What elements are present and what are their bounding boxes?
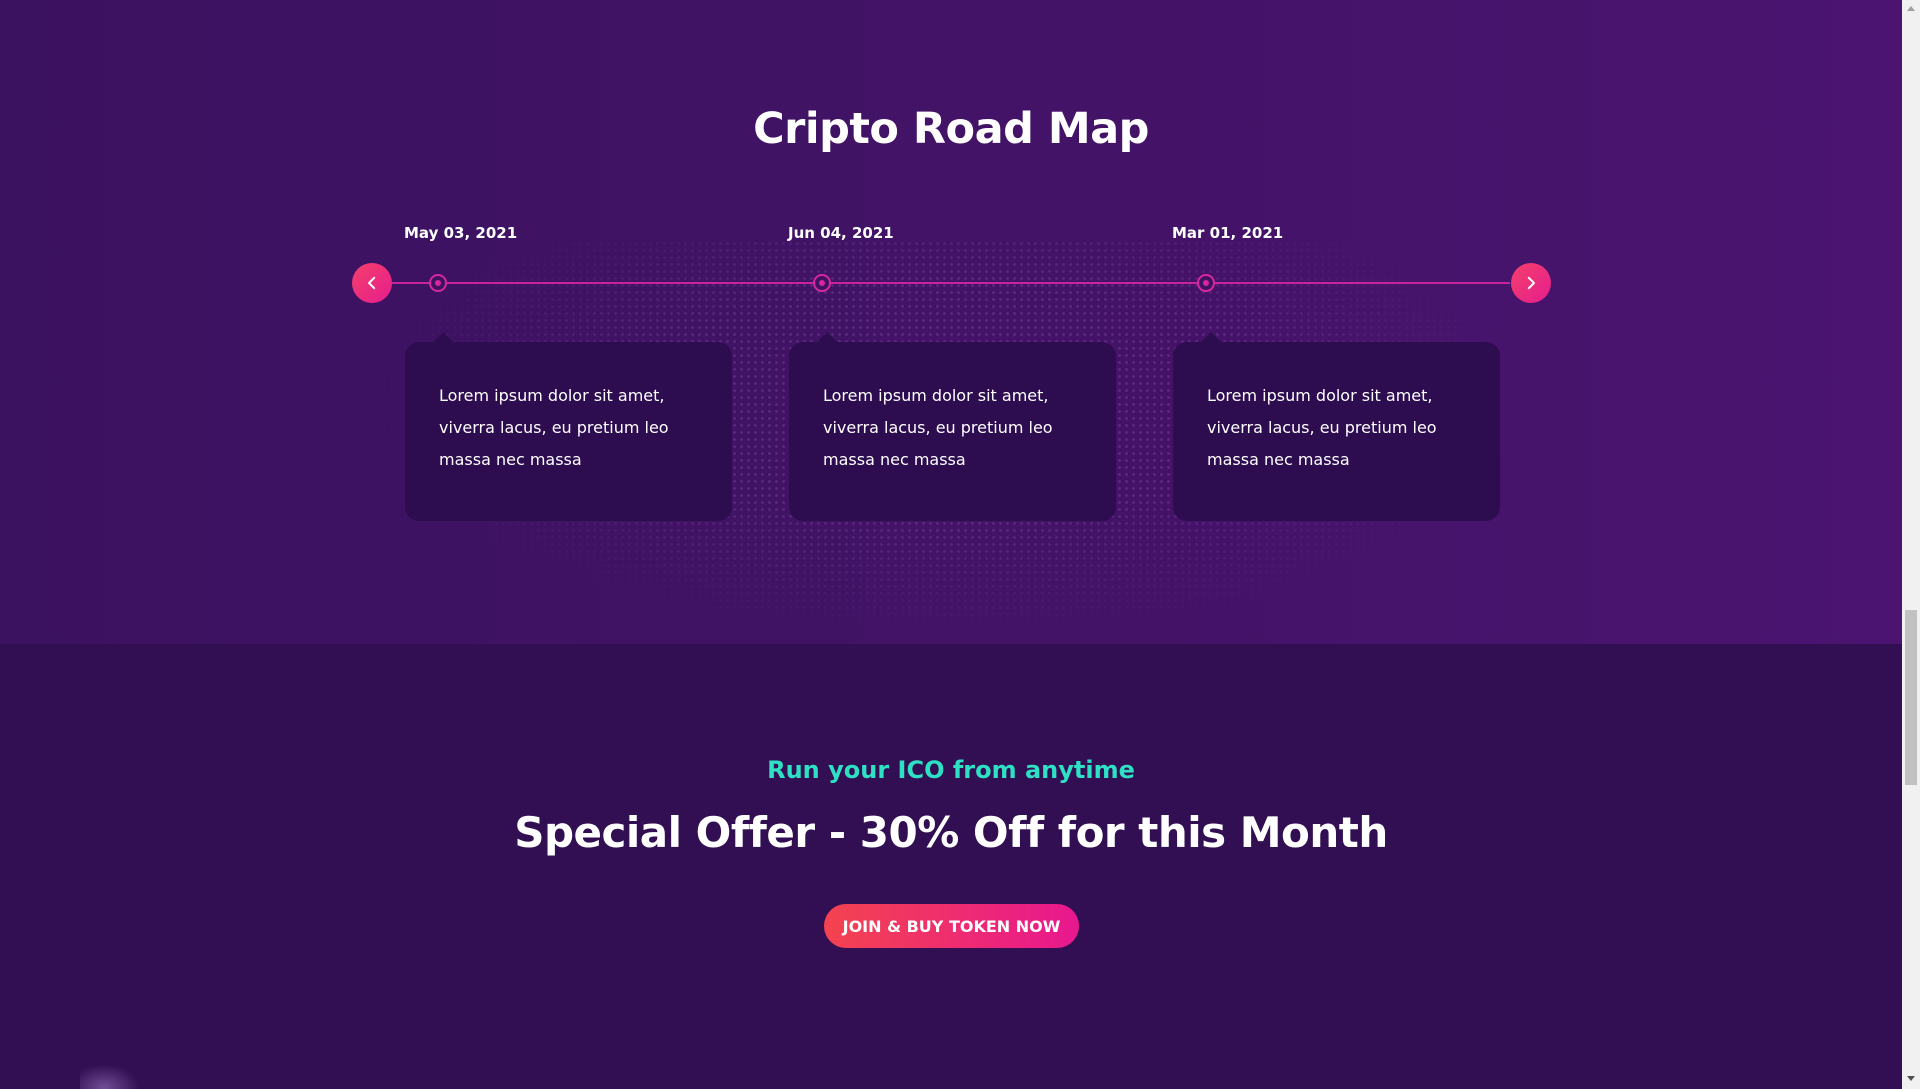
timeline-line — [390, 282, 1510, 284]
roadmap-card: Lorem ipsum dolor sit amet, viverra lacu… — [1173, 332, 1500, 521]
scroll-down-icon[interactable] — [1907, 1076, 1915, 1081]
next-button[interactable] — [1511, 263, 1551, 303]
roadmap-date: Mar 01, 2021 — [1172, 224, 1284, 242]
roadmap-title: Cripto Road Map — [753, 104, 1149, 154]
timeline-dot — [1197, 274, 1215, 292]
roadmap-card-text: Lorem ipsum dolor sit amet, viverra lacu… — [823, 386, 1053, 469]
timeline-dot — [429, 274, 447, 292]
join-buy-token-button[interactable]: JOIN & BUY TOKEN NOW — [824, 904, 1079, 948]
scroll-up-icon[interactable] — [1907, 6, 1915, 11]
roadmap-date: May 03, 2021 — [404, 224, 518, 242]
chevron-left-icon — [368, 276, 376, 290]
page: Cripto Road Map May 03, 2021 Lorem ipsum… — [0, 0, 1902, 1089]
offer-title: Special Offer - 30% Off for this Month — [514, 808, 1388, 857]
offer-subtitle: Run your ICO from anytime — [767, 756, 1135, 784]
roadmap-card-text: Lorem ipsum dolor sit amet, viverra lacu… — [1207, 386, 1437, 469]
prev-button[interactable] — [352, 263, 392, 303]
chevron-right-icon — [1527, 276, 1535, 290]
roadmap-date: Jun 04, 2021 — [788, 224, 894, 242]
timeline-dot — [813, 274, 831, 292]
scroll-thumb[interactable] — [1905, 610, 1917, 785]
offer-section: Run your ICO from anytime Special Offer … — [0, 644, 1902, 1089]
roadmap-card: Lorem ipsum dolor sit amet, viverra lacu… — [789, 332, 1116, 521]
roadmap-card-text: Lorem ipsum dolor sit amet, viverra lacu… — [439, 386, 669, 469]
decorative-glow — [80, 1064, 140, 1089]
page-scrollbar[interactable] — [1902, 0, 1920, 1089]
roadmap-card: Lorem ipsum dolor sit amet, viverra lacu… — [405, 332, 732, 521]
roadmap-section: Cripto Road Map May 03, 2021 Lorem ipsum… — [0, 0, 1902, 644]
